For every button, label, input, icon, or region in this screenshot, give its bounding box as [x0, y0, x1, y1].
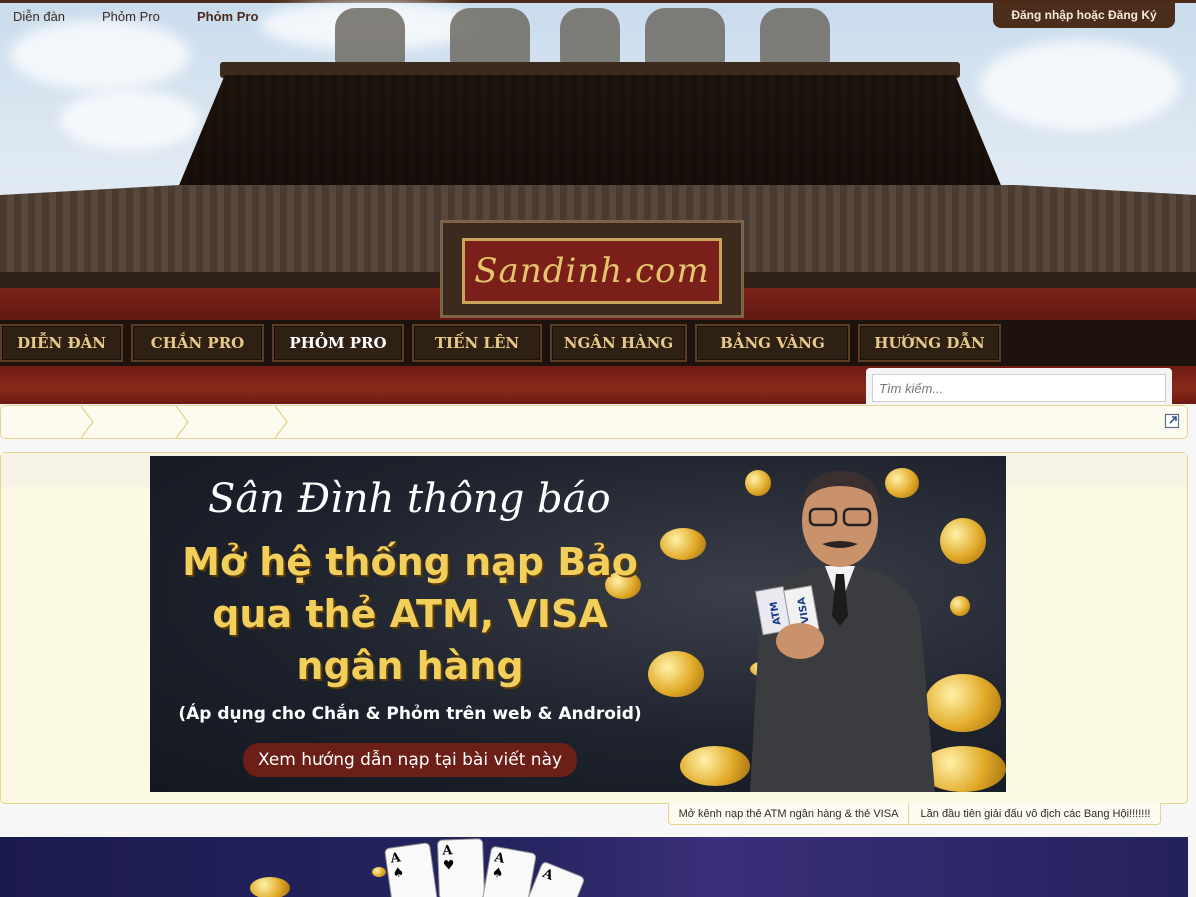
ticker-item[interactable]: Lần đầu tiên giải đấu vô địch các Bang H…: [909, 803, 1162, 824]
news-ticker: Mở kênh nạp thẻ ATM ngân hàng & thẻ VISA…: [668, 803, 1161, 825]
gold-coin: [950, 596, 970, 616]
roof-upper: [175, 75, 1005, 195]
breadcrumb-chevron-icon: [175, 406, 189, 438]
breadcrumb-item-phom-pro[interactable]: Phỏm Pro: [102, 0, 160, 32]
site-logo[interactable]: Sandinh.com: [462, 238, 722, 304]
nav-tab-tien-len[interactable]: TIẾN LÊN: [412, 324, 542, 362]
breadcrumb-current: Phỏm Pro: [197, 8, 259, 24]
cloud: [980, 40, 1180, 130]
roof-dragon-ornament: [335, 8, 405, 64]
secondary-banner[interactable]: A ♠ A ♥ A ♠ A: [0, 837, 1188, 897]
nav-tab-forum[interactable]: DIỄN ĐÀN: [0, 324, 123, 362]
nav-tab-ngan-hang[interactable]: NGÂN HÀNG: [550, 324, 687, 362]
playing-card: A ♥: [436, 838, 486, 897]
cloud: [60, 90, 200, 150]
roof-dragon-ornament: [760, 8, 830, 64]
login-register-button[interactable]: Đăng nhập hoặc Đăng Ký: [993, 2, 1175, 28]
nav-tab-huong-dan[interactable]: HƯỚNG DẪN: [858, 324, 1001, 362]
breadcrumb-item-forum[interactable]: Diễn đàn: [13, 0, 65, 32]
search-box: [866, 368, 1172, 408]
breadcrumb-chevron-icon: [274, 406, 288, 438]
roof-dragon-ornament: [645, 8, 725, 64]
roof-dragon-ornament: [560, 8, 620, 64]
banner-title: Sân Đình thông báo: [208, 476, 611, 522]
banner-headline-line1: Mở hệ thống nạp Bảo: [182, 540, 638, 584]
announcement-banner[interactable]: ATM VISA Sân Đình thông báo Mở hệ thống …: [150, 456, 1006, 792]
banner-cta-button[interactable]: Xem hướng dẫn nạp tại bài viết này: [243, 743, 577, 777]
banner-headline-line3: ngân hàng: [296, 644, 524, 688]
popout-icon[interactable]: [1164, 413, 1180, 429]
gold-coin: [250, 877, 290, 897]
businessman-illustration: ATM VISA: [750, 471, 935, 792]
playing-card: A ♠: [384, 842, 438, 897]
banner-headline-line2: qua thẻ ATM, VISA: [212, 592, 608, 636]
ticker-item[interactable]: Mở kênh nạp thẻ ATM ngân hàng & thẻ VISA: [669, 803, 909, 824]
breadcrumb-chevron-icon: [80, 406, 94, 438]
banner-note: (Áp dụng cho Chắn & Phỏm trên web & Andr…: [178, 704, 642, 724]
roof-dragon-ornament: [450, 8, 530, 64]
nav-tab-chan-pro[interactable]: CHẮN PRO: [131, 324, 264, 362]
gold-coin: [372, 867, 386, 877]
logo-text: Sandinh.com: [474, 251, 710, 291]
playing-card: A ♠: [481, 845, 537, 897]
nav-tab-phom-pro[interactable]: PHỎM PRO: [272, 324, 404, 362]
search-input[interactable]: [872, 374, 1166, 402]
nav-tab-bang-vang[interactable]: BẢNG VÀNG: [695, 324, 850, 362]
